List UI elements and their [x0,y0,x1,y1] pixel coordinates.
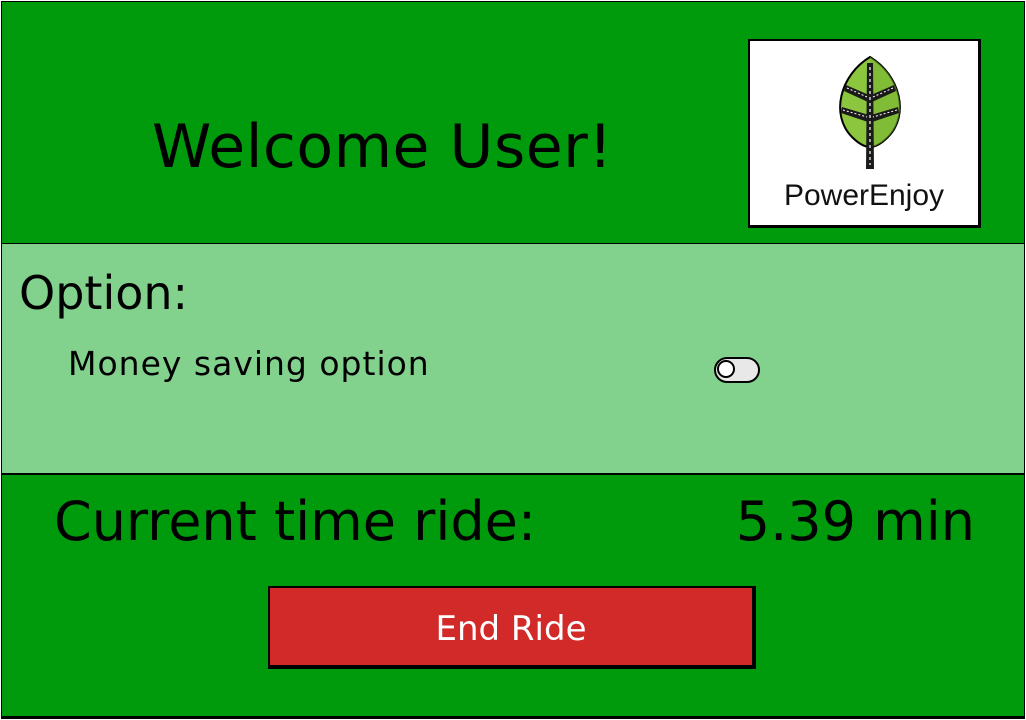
leaf-road-icon [839,55,901,169]
current-time-ride-label: Current time ride: [54,490,537,553]
welcome-title: Welcome User! [152,112,613,182]
money-saving-option-label: Money saving option [68,344,430,383]
money-saving-toggle[interactable] [714,357,760,383]
ride-panel: Current time ride: 5.39 min End Ride [1,475,1025,719]
app-screen: Welcome User! PowerEnjoy Option: Money s… [0,0,1026,720]
current-time-ride-value: 5.39 min [735,490,975,553]
poweronjoy-logo: PowerEnjoy [748,39,981,228]
toggle-knob [717,360,735,378]
options-title: Option: [19,266,189,320]
options-panel: Option: Money saving option [1,244,1025,475]
logo-text: PowerEnjoy [783,179,945,212]
end-ride-button[interactable]: End Ride [268,586,756,669]
header-panel: Welcome User! PowerEnjoy [1,1,1025,245]
